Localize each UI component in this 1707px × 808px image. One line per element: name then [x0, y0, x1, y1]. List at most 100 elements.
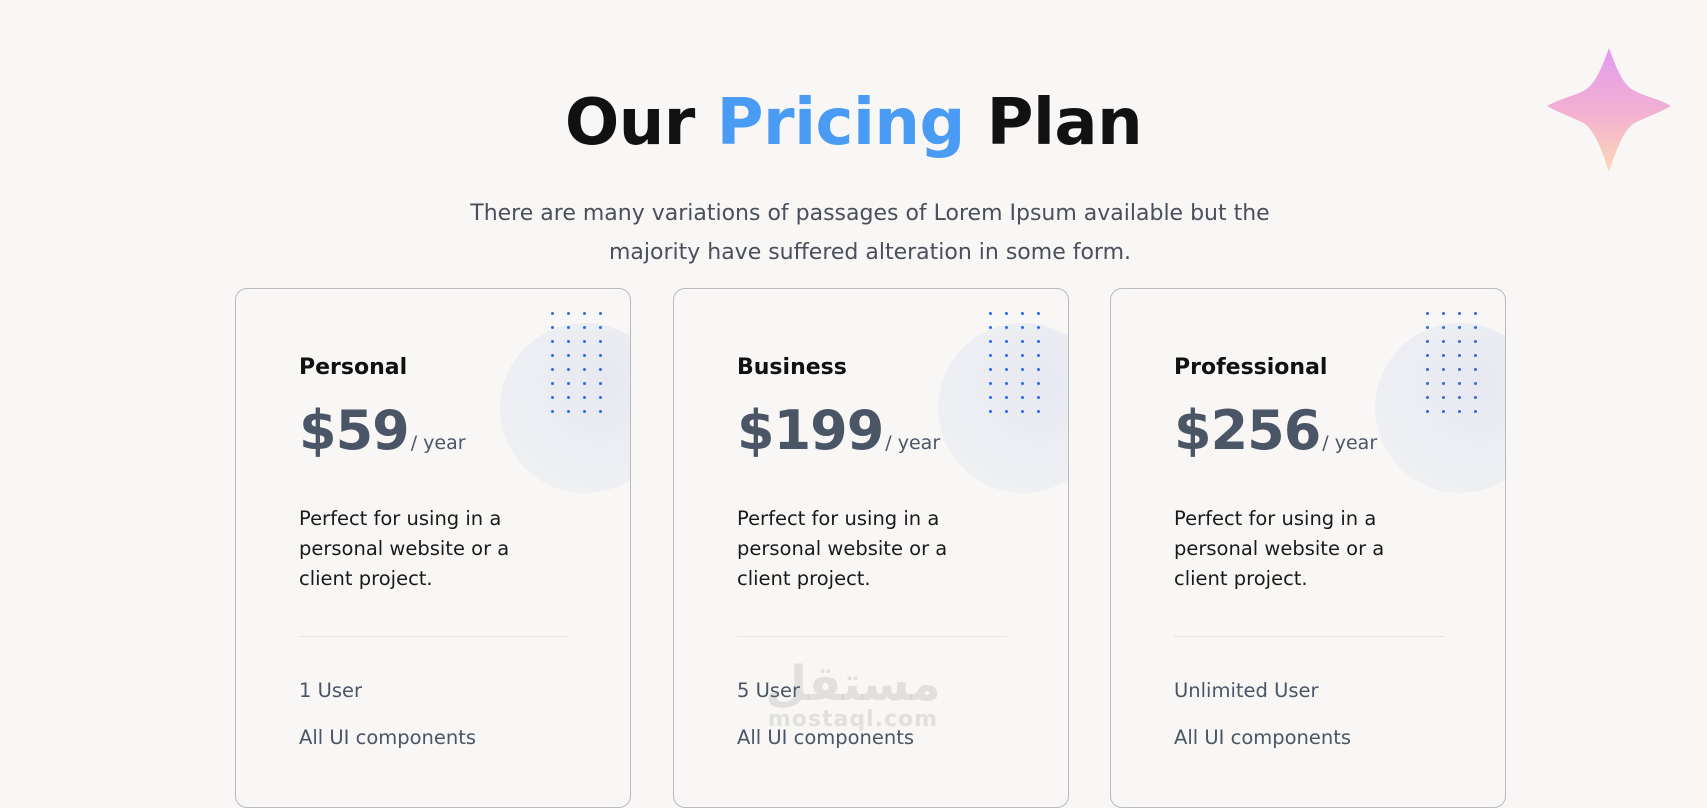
price-row: $256 / year [1174, 399, 1377, 462]
dot-decoration [598, 381, 602, 385]
dot-decoration [1473, 381, 1477, 385]
dot-decoration [1473, 367, 1477, 371]
dot-decoration [598, 367, 602, 371]
dot-decoration [1004, 381, 1008, 385]
plan-description: Perfect for using in a personal website … [1174, 507, 1385, 590]
plan-period: / year [885, 432, 941, 454]
feature-item: 1 User [299, 679, 363, 702]
dot-decoration [550, 381, 554, 385]
dot-decoration [1036, 409, 1040, 413]
dot-decoration [1441, 409, 1445, 413]
dot-decoration [1457, 339, 1461, 343]
dot-decoration [1457, 367, 1461, 371]
dot-decoration [598, 325, 602, 329]
dot-decoration [988, 367, 992, 371]
dot-decoration [550, 395, 554, 399]
dot-decoration [1457, 325, 1461, 329]
feature-item: Unlimited User [1174, 679, 1319, 702]
dot-decoration [598, 311, 602, 315]
dot-decoration [566, 409, 570, 413]
dot-decoration [582, 353, 586, 357]
dot-decoration [1457, 353, 1461, 357]
plan-period: / year [1322, 432, 1378, 454]
dot-decoration [1441, 367, 1445, 371]
dot-decoration [566, 339, 570, 343]
dot-decoration [1004, 325, 1008, 329]
feature-item: 5 User [737, 679, 801, 702]
dot-decoration [598, 409, 602, 413]
dot-decoration [1036, 395, 1040, 399]
dot-decoration [550, 409, 554, 413]
dot-decoration [1425, 409, 1429, 413]
dot-decoration [1020, 395, 1024, 399]
dot-decoration [988, 311, 992, 315]
dot-decoration [1441, 311, 1445, 315]
dot-decoration [1020, 311, 1024, 315]
dot-decoration [1020, 367, 1024, 371]
plan-price: $59 [299, 399, 410, 462]
card-divider [1174, 636, 1444, 637]
pricing-card-business[interactable]: Business $199 / year Perfect for using i… [673, 288, 1069, 808]
dot-decoration [1020, 353, 1024, 357]
dot-decoration [988, 325, 992, 329]
dot-decoration [582, 409, 586, 413]
dot-decoration [1441, 395, 1445, 399]
plan-price: $199 [737, 399, 884, 462]
dot-decoration [1441, 353, 1445, 357]
card-divider [737, 636, 1007, 637]
feature-item: All UI components [1174, 726, 1352, 749]
dot-decoration [1473, 409, 1477, 413]
title-suffix: Plan [986, 85, 1143, 160]
dot-decoration [988, 353, 992, 357]
dot-decoration [1020, 339, 1024, 343]
dot-decoration [582, 325, 586, 329]
dot-decoration [988, 381, 992, 385]
feature-item: All UI components [737, 726, 915, 749]
dot-decoration [1473, 325, 1477, 329]
dot-decoration [550, 311, 554, 315]
dot-decoration [566, 395, 570, 399]
title-accent: Pricing [716, 85, 966, 160]
dot-decoration [1425, 353, 1429, 357]
dot-decoration [988, 409, 992, 413]
dot-decoration [1425, 395, 1429, 399]
dot-decoration [1036, 325, 1040, 329]
pricing-card-personal[interactable]: Personal $59 / year Perfect for using in… [235, 288, 631, 808]
dot-decoration [1425, 325, 1429, 329]
dot-decoration [550, 353, 554, 357]
plan-name: Professional [1174, 355, 1328, 380]
dot-decoration [1004, 409, 1008, 413]
dot-decoration [1036, 339, 1040, 343]
dot-decoration [566, 353, 570, 357]
dot-decoration [550, 367, 554, 371]
dot-decoration [582, 381, 586, 385]
plan-period: / year [410, 432, 466, 454]
dot-decoration [1020, 409, 1024, 413]
dot-decoration [1457, 395, 1461, 399]
dot-decoration [1004, 395, 1008, 399]
price-row: $199 / year [737, 399, 940, 462]
dot-decoration [988, 395, 992, 399]
plan-description: Perfect for using in a personal website … [299, 507, 510, 590]
plan-description: Perfect for using in a personal website … [737, 507, 948, 590]
dot-decoration [598, 353, 602, 357]
card-divider [299, 636, 569, 637]
dot-decoration [1441, 325, 1445, 329]
dot-decoration [1004, 353, 1008, 357]
dot-decoration [1004, 339, 1008, 343]
dot-decoration [566, 325, 570, 329]
dot-decoration [1004, 367, 1008, 371]
dot-decoration [1425, 381, 1429, 385]
dot-decoration [550, 325, 554, 329]
dot-grid-icon [545, 306, 609, 426]
dot-decoration [1425, 367, 1429, 371]
dot-decoration [988, 339, 992, 343]
dot-decoration [1473, 395, 1477, 399]
dot-decoration [566, 367, 570, 371]
dot-decoration [566, 381, 570, 385]
plan-name: Personal [299, 355, 408, 380]
dot-decoration [598, 395, 602, 399]
dot-decoration [550, 339, 554, 343]
dot-decoration [1425, 339, 1429, 343]
pricing-card-professional[interactable]: Professional $256 / year Perfect for usi… [1110, 288, 1506, 808]
